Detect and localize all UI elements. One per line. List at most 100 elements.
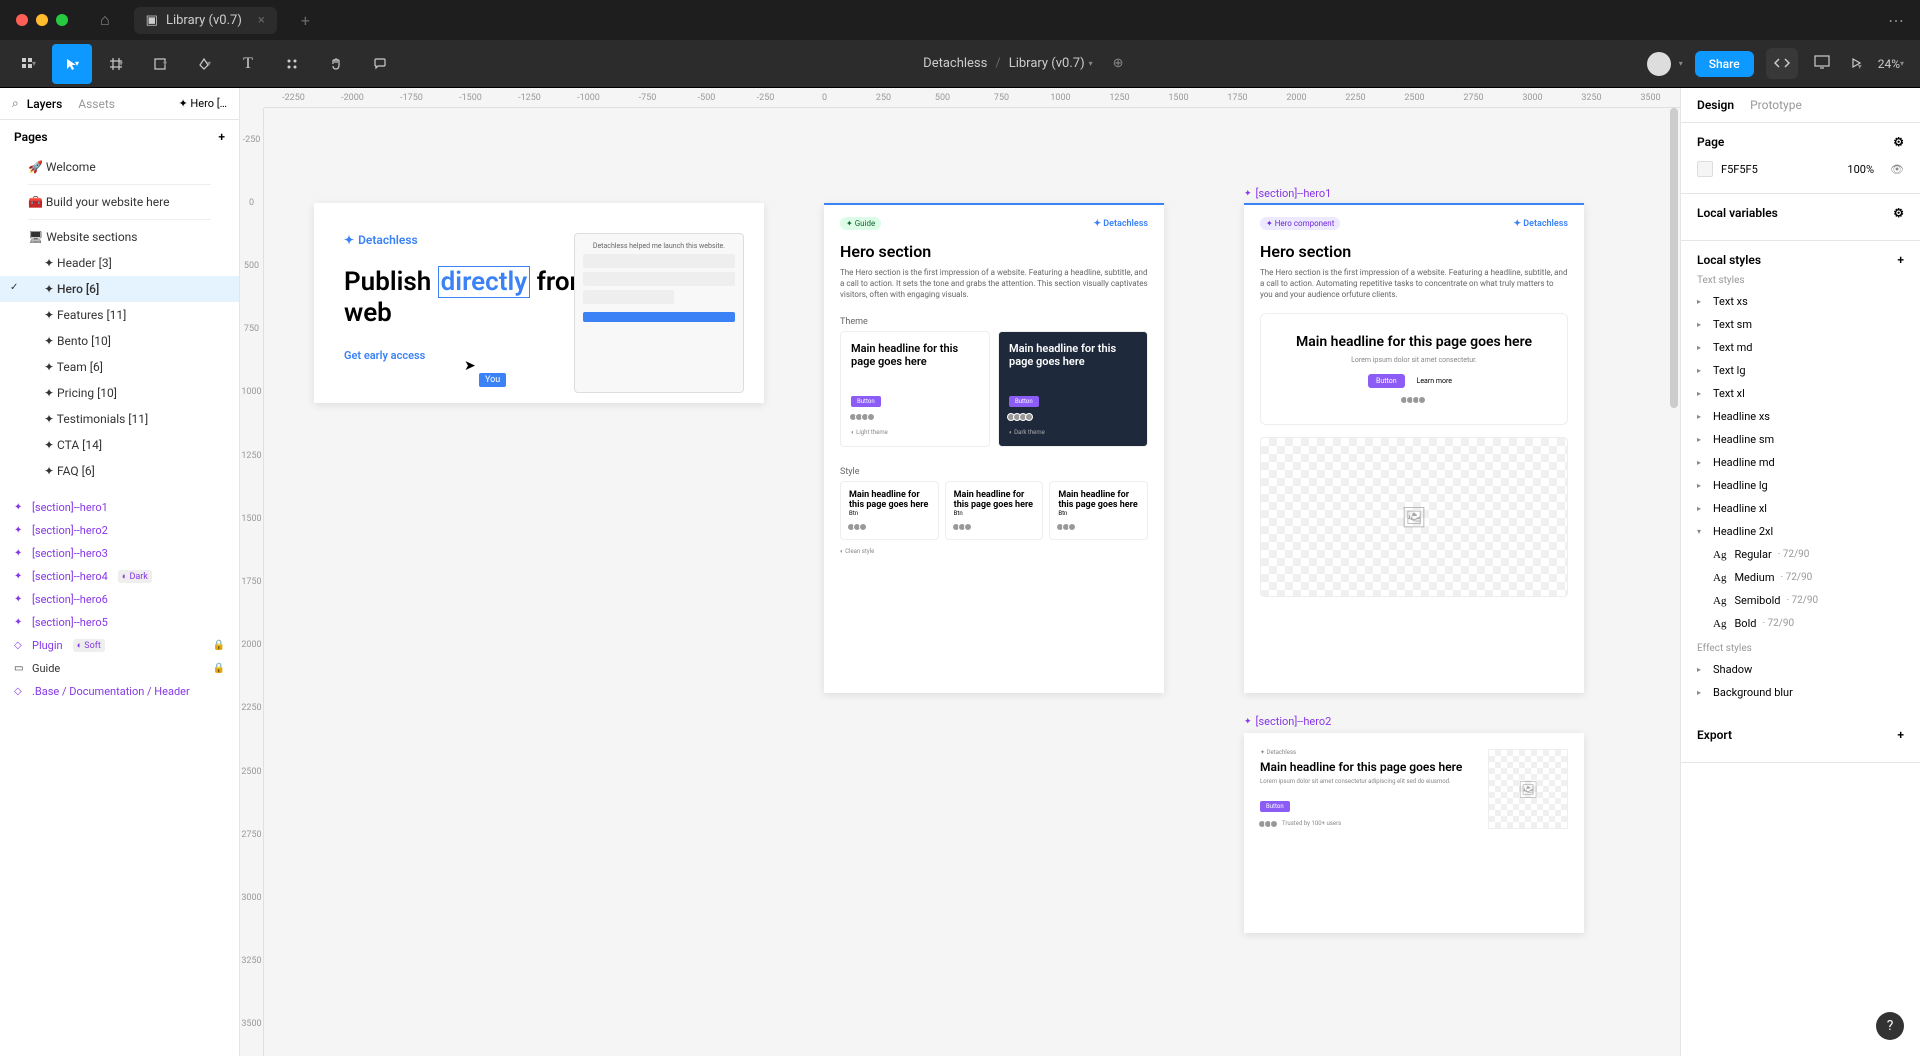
layer-hero2[interactable]: ✦[section]--hero2 xyxy=(0,519,239,542)
window-menu-icon[interactable]: ⋯ xyxy=(1888,11,1904,30)
section-header[interactable]: ✦ Header [3] xyxy=(0,250,239,276)
variables-settings-icon[interactable]: ⚙ xyxy=(1893,206,1904,220)
help-button[interactable]: ? xyxy=(1876,1012,1904,1040)
minimize-window[interactable] xyxy=(36,14,48,26)
text-tool[interactable]: T xyxy=(228,44,268,84)
layer-hero4[interactable]: ✦[section]--hero4◐ Dark xyxy=(0,565,239,588)
layer-guide[interactable]: ▭Guide🔒 xyxy=(0,657,239,680)
section-faq[interactable]: ✦ FAQ [6] xyxy=(0,458,239,484)
close-tab-icon[interactable]: × xyxy=(258,13,265,28)
share-button[interactable]: Share xyxy=(1695,51,1754,77)
layer-plugin[interactable]: ◇Plugin◐ Soft🔒 xyxy=(0,634,239,657)
cursor-label: You xyxy=(479,373,506,387)
resources-tool[interactable] xyxy=(272,44,312,84)
layer-hero3[interactable]: ✦[section]--hero3 xyxy=(0,542,239,565)
tab-prototype[interactable]: Prototype xyxy=(1750,98,1802,112)
breadcrumb-parent[interactable]: Detachless xyxy=(923,56,987,71)
frame-plugin[interactable]: ✦ Detachless Publish directly from Figma… xyxy=(314,203,764,403)
file-tab[interactable]: ▣ Library (v0.7) × xyxy=(134,7,277,34)
page-sections[interactable]: 🖥 Website sections xyxy=(0,224,239,250)
style-variant[interactable]: AgMedium · 72/90 xyxy=(1713,566,1904,589)
section-cta[interactable]: ✦ CTA [14] xyxy=(0,432,239,458)
page-build[interactable]: 🧰 Build your website here xyxy=(0,189,239,215)
color-swatch[interactable] xyxy=(1697,161,1713,177)
hand-tool[interactable] xyxy=(316,44,356,84)
text-styles-list: ▸Text xs▸Text sm▸Text md▸Text lg▸Text xl… xyxy=(1697,290,1904,520)
theme-label: Theme xyxy=(824,313,1164,331)
tab-layers[interactable]: Layers xyxy=(27,97,63,111)
style-variant[interactable]: AgRegular · 72/90 xyxy=(1713,543,1904,566)
style-variant[interactable]: AgSemibold · 72/90 xyxy=(1713,589,1904,612)
layers-list: ✦[section]--hero1 ✦[section]--hero2 ✦[se… xyxy=(0,492,239,1056)
style-variant[interactable]: AgBold · 72/90 xyxy=(1713,612,1904,635)
section-testimonials[interactable]: ✦ Testimonials [11] xyxy=(0,406,239,432)
breadcrumb-current[interactable]: Library (v0.7) xyxy=(1009,56,1085,71)
maximize-window[interactable] xyxy=(56,14,68,26)
style-name: Shadow xyxy=(1713,663,1752,676)
add-export-button[interactable]: + xyxy=(1897,728,1904,742)
pen-tool[interactable]: ▾ xyxy=(184,44,224,84)
move-tool[interactable]: ▾ xyxy=(52,44,92,84)
style-item[interactable]: ▸Headline xl xyxy=(1697,497,1904,520)
page-separator xyxy=(28,219,211,220)
avatar-chevron-icon[interactable]: ▾ xyxy=(1679,59,1683,68)
canvas[interactable]: -2250-2000-1750-1500-1250-1000-750-500-2… xyxy=(240,88,1680,1056)
style-item[interactable]: ▸Text md xyxy=(1697,336,1904,359)
canvas-inner[interactable]: ✦ Detachless Publish directly from Figma… xyxy=(264,108,1680,1056)
effect-style-item[interactable]: ▸Shadow xyxy=(1697,658,1904,681)
section-team[interactable]: ✦ Team [6] xyxy=(0,354,239,380)
style-item[interactable]: ▸Headline lg xyxy=(1697,474,1904,497)
frame-tool[interactable]: ▾ xyxy=(96,44,136,84)
style-name: Text sm xyxy=(1713,318,1752,331)
section-bento[interactable]: ✦ Bento [10] xyxy=(0,328,239,354)
style-item[interactable]: ▸Headline xs xyxy=(1697,405,1904,428)
lock-icon[interactable]: 🔒 xyxy=(213,663,225,674)
layer-hero6[interactable]: ✦[section]--hero6 xyxy=(0,588,239,611)
dev-mode-button[interactable] xyxy=(1766,48,1798,79)
shape-tool[interactable]: ▾ xyxy=(140,44,180,84)
tab-hero[interactable]: ✦ Hero [… xyxy=(178,97,227,110)
tab-design[interactable]: Design xyxy=(1697,98,1734,112)
section-hero[interactable]: ✦ Hero [6] xyxy=(0,276,239,302)
page-color-row[interactable]: F5F5F5 100% 👁 xyxy=(1697,157,1904,181)
style-item[interactable]: ▸Text sm xyxy=(1697,313,1904,336)
comment-tool[interactable] xyxy=(360,44,400,84)
effect-style-item[interactable]: ▸Background blur xyxy=(1697,681,1904,704)
globe-icon[interactable]: ⊕ xyxy=(1113,56,1124,71)
frame2-desc: The Hero section is the first impression… xyxy=(824,261,1164,313)
style-headline-2xl[interactable]: ▾Headline 2xl xyxy=(1697,520,1904,543)
user-avatar[interactable] xyxy=(1647,52,1671,76)
home-icon[interactable]: ⌂ xyxy=(100,10,110,30)
chevron-right-icon: ▸ xyxy=(1697,458,1707,467)
style-item[interactable]: ▸Headline md xyxy=(1697,451,1904,474)
frame-guide[interactable]: ✦ Guide ✦ Detachless Hero section The He… xyxy=(824,203,1164,693)
present-button[interactable] xyxy=(1810,50,1834,77)
add-page-button[interactable]: + xyxy=(218,130,225,144)
breadcrumb: Detachless / Library (v0.7) ▾ ⊕ xyxy=(400,56,1647,71)
section-pricing[interactable]: ✦ Pricing [10] xyxy=(0,380,239,406)
visibility-icon[interactable]: 👁 xyxy=(1890,163,1904,176)
layer-base-doc[interactable]: ◇.Base / Documentation / Header xyxy=(0,680,239,703)
lock-icon[interactable]: 🔒 xyxy=(213,640,225,651)
close-window[interactable] xyxy=(16,14,28,26)
section-features[interactable]: ✦ Features [11] xyxy=(0,302,239,328)
chevron-right-icon: ▸ xyxy=(1697,389,1707,398)
add-style-button[interactable]: + xyxy=(1897,253,1904,267)
style-item[interactable]: ▸Text xl xyxy=(1697,382,1904,405)
tab-assets[interactable]: Assets xyxy=(78,97,115,111)
page-settings-icon[interactable]: ⚙ xyxy=(1893,135,1904,149)
zoom-control[interactable]: 24%▾ xyxy=(1878,57,1904,71)
new-tab-button[interactable]: + xyxy=(301,11,310,30)
search-icon[interactable]: ⌕ xyxy=(12,96,19,111)
layer-hero5[interactable]: ✦[section]--hero5 xyxy=(0,611,239,634)
page-welcome[interactable]: 🚀 Welcome xyxy=(0,154,239,180)
frame-section-hero1[interactable]: [section]--hero1 ✦ Hero component ✦ Deta… xyxy=(1244,203,1584,693)
layer-hero1[interactable]: ✦[section]--hero1 xyxy=(0,496,239,519)
play-button[interactable]: ▾ xyxy=(1846,50,1866,77)
chevron-down-icon[interactable]: ▾ xyxy=(1089,59,1093,68)
main-menu-button[interactable]: ▾ xyxy=(8,44,48,84)
frame-section-hero2[interactable]: [section]--hero2 ✦ Detachless Main headl… xyxy=(1244,733,1584,933)
style-item[interactable]: ▸Headline sm xyxy=(1697,428,1904,451)
style-item[interactable]: ▸Text lg xyxy=(1697,359,1904,382)
style-item[interactable]: ▸Text xs xyxy=(1697,290,1904,313)
